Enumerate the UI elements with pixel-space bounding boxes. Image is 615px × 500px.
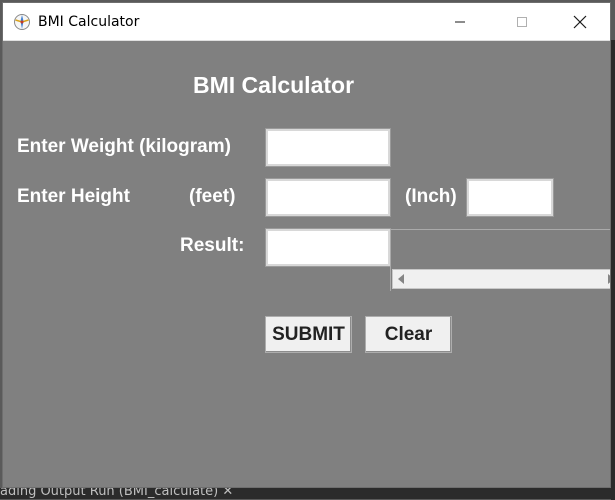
form-heading: BMI Calculator xyxy=(193,72,355,98)
inch-input[interactable] xyxy=(466,178,554,217)
close-button[interactable] xyxy=(551,3,609,41)
background-ide-text: ading Output Run (BMI_calculate) ✕ xyxy=(0,488,234,499)
maximize-button[interactable] xyxy=(493,3,551,41)
bmi-calculator-window: BMI Calculator BMI Calculator Enter Weig… xyxy=(2,2,611,488)
background-ide-edge xyxy=(611,40,615,500)
submit-button[interactable]: SUBMIT xyxy=(265,316,352,353)
feet-input[interactable] xyxy=(265,178,391,217)
scroll-left-icon[interactable] xyxy=(398,274,404,284)
background-ide-bottom: ading Output Run (BMI_calculate) ✕ xyxy=(0,488,615,499)
maximize-icon xyxy=(517,17,527,27)
clear-button[interactable]: Clear xyxy=(365,316,452,353)
window-title: BMI Calculator xyxy=(38,14,140,30)
title-bar[interactable]: BMI Calculator xyxy=(3,3,610,41)
app-icon xyxy=(14,14,30,30)
inch-label: (Inch) xyxy=(405,186,457,207)
result-label: Result: xyxy=(180,235,245,256)
result-output[interactable] xyxy=(265,228,391,267)
horizontal-scrollbar[interactable] xyxy=(392,269,610,289)
close-icon xyxy=(573,15,587,29)
weight-input[interactable] xyxy=(265,128,391,167)
weight-label: Enter Weight (kilogram) xyxy=(17,136,231,157)
feet-label: (feet) xyxy=(189,186,236,207)
minimize-icon xyxy=(455,21,465,23)
minimize-button[interactable] xyxy=(431,3,489,41)
height-label: Enter Height xyxy=(17,186,130,207)
